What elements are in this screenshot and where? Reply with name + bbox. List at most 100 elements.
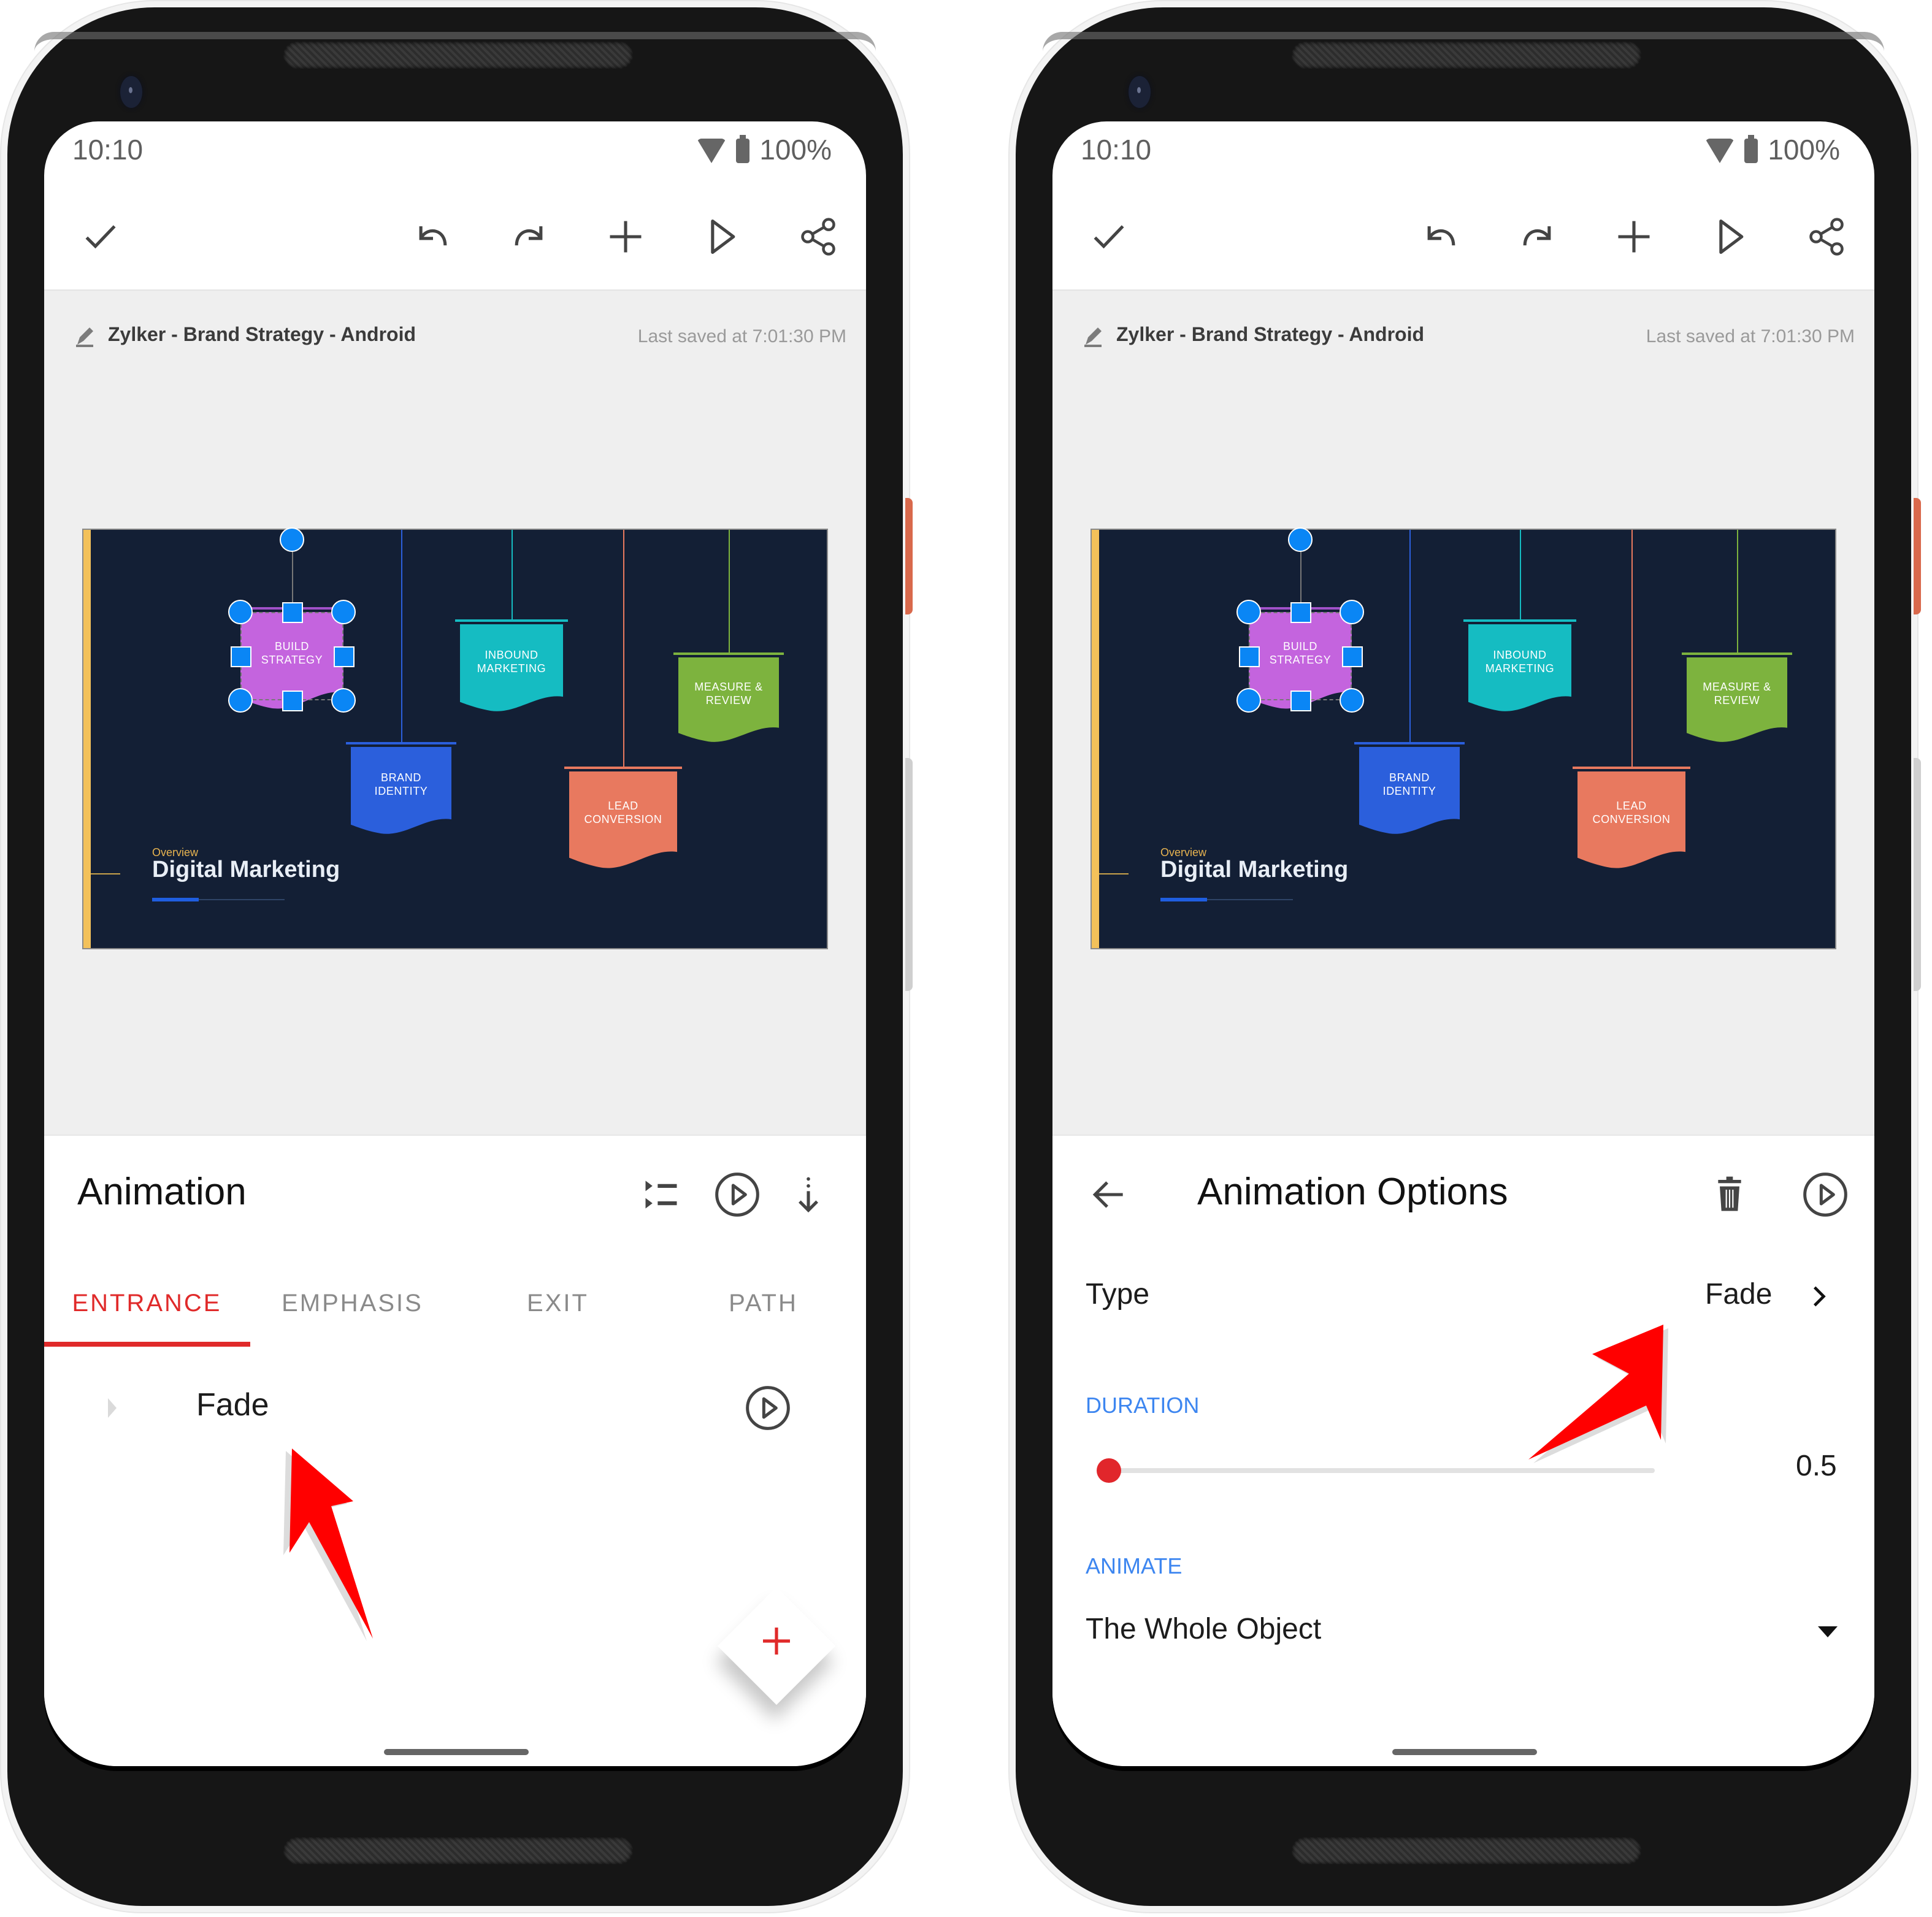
trash-icon <box>1718 1176 1741 1211</box>
share-button[interactable] <box>1802 212 1851 261</box>
edit-pencil-icon <box>76 327 93 347</box>
present-button[interactable] <box>697 212 746 261</box>
volume-button <box>1914 758 1921 991</box>
status-bar: 10:10 100% <box>44 121 866 185</box>
resize-handle-n[interactable] <box>1290 602 1311 622</box>
resize-handle-n[interactable] <box>282 602 302 622</box>
insert-button[interactable] <box>601 212 650 261</box>
duration-slider[interactable] <box>1109 1468 1655 1473</box>
slide-shape-banner[interactable]: MEASURE & REVIEW <box>1687 657 1787 743</box>
selection-box <box>1249 612 1352 700</box>
bottom-speaker <box>1292 1837 1641 1864</box>
banner-string <box>623 530 624 767</box>
slide-shape-banner[interactable]: BRAND IDENTITY <box>1359 747 1460 835</box>
slide-shape-banner[interactable]: MEASURE & REVIEW <box>678 657 779 743</box>
status-bar: 10:10 100% <box>1052 121 1874 185</box>
slide-shape-banner[interactable]: INBOUND MARKETING <box>460 624 563 713</box>
rotation-handle[interactable] <box>280 527 304 552</box>
present-button[interactable] <box>1705 212 1754 261</box>
duration-slider-handle[interactable] <box>1097 1458 1121 1483</box>
editor-toolbar <box>1052 185 1874 291</box>
resize-handle-se[interactable] <box>331 688 356 713</box>
share-button[interactable] <box>794 212 843 261</box>
status-time: 10:10 <box>1081 134 1152 166</box>
back-button[interactable] <box>1084 1170 1133 1219</box>
dropdown-arrow-icon[interactable] <box>1818 1626 1838 1637</box>
home-gesture-bar[interactable] <box>384 1749 529 1755</box>
reorder-animations-button[interactable] <box>637 1170 686 1219</box>
power-button <box>905 498 913 614</box>
banner-label-line: CONVERSION <box>584 813 662 825</box>
slide-shape-banner[interactable]: BRAND IDENTITY <box>351 747 451 835</box>
document-title-text: Zylker - Brand Strategy - Android <box>1116 325 1424 346</box>
animate-dropdown-value: The Whole Object <box>1086 1613 1322 1646</box>
tab-exit[interactable]: EXIT <box>455 1265 661 1343</box>
resize-handle-nw[interactable] <box>1236 600 1261 624</box>
slide-thumbnail[interactable]: BUILD STRATEGY BRAND IDENTITY INBOUND MARKETI… <box>83 527 827 948</box>
tab-path[interactable]: PATH <box>661 1265 866 1343</box>
resize-handle-sw[interactable] <box>1236 688 1261 713</box>
banner-label-line: MARKETING <box>477 662 546 674</box>
resize-handle-e[interactable] <box>1341 646 1362 667</box>
banner-string <box>729 530 730 652</box>
tab-emphasis[interactable]: EMPHASIS <box>250 1265 455 1343</box>
insert-button[interactable] <box>1609 212 1658 261</box>
preview-animation-button[interactable] <box>743 1383 792 1433</box>
slide-shape-banner[interactable]: LEAD CONVERSION <box>1577 771 1685 870</box>
battery-percent: 100% <box>759 134 832 166</box>
slide-accent-bar <box>83 530 91 948</box>
banner-string <box>512 530 513 619</box>
battery-icon <box>736 134 750 163</box>
undo-button[interactable] <box>1417 212 1466 261</box>
resize-handle-s[interactable] <box>1290 690 1311 711</box>
type-row[interactable]: Type Fade <box>1052 1271 1874 1325</box>
editor-toolbar <box>44 185 866 291</box>
resize-handle-ne[interactable] <box>331 600 356 624</box>
undo-icon <box>419 226 447 246</box>
banner-label-line: REVIEW <box>1714 694 1760 706</box>
resize-handle-e[interactable] <box>333 646 354 667</box>
resize-handle-w[interactable] <box>1238 646 1259 667</box>
collapse-panel-button[interactable] <box>784 1170 833 1219</box>
plus-icon[interactable] <box>759 1624 794 1658</box>
banner-label-line: CONVERSION <box>1592 813 1671 825</box>
slide-thumbnail[interactable]: BUILD STRATEGY BRAND IDENTITY INBOUND MARKETI… <box>1092 527 1835 948</box>
done-button[interactable] <box>1084 212 1133 261</box>
rotation-handle[interactable] <box>1288 527 1313 552</box>
banner-top-bar <box>455 619 568 622</box>
animation-list-item[interactable]: Fade <box>44 1381 866 1435</box>
slide-progress-track <box>1160 898 1293 901</box>
resize-handle-s[interactable] <box>282 690 302 711</box>
resize-handle-se[interactable] <box>1340 688 1364 713</box>
expand-caret-icon[interactable] <box>108 1398 117 1418</box>
animate-dropdown[interactable]: The Whole Object <box>1052 1608 1874 1662</box>
tab-entrance[interactable]: ENTRANCE <box>44 1265 250 1347</box>
banner-string <box>1409 530 1411 742</box>
redo-button[interactable] <box>1512 212 1562 261</box>
slide-shape-banner[interactable]: LEAD CONVERSION <box>569 771 677 870</box>
play-circle-icon <box>715 1173 759 1217</box>
document-title[interactable]: Zylker - Brand Strategy - Android <box>1082 324 1424 348</box>
edit-pencil-icon <box>1084 327 1102 347</box>
done-button[interactable] <box>76 212 125 261</box>
home-gesture-bar[interactable] <box>1392 1749 1537 1755</box>
document-title[interactable]: Zylker - Brand Strategy - Android <box>74 324 416 348</box>
delete-animation-button[interactable] <box>1705 1170 1754 1219</box>
resize-handle-w[interactable] <box>230 646 251 667</box>
banner-top-bar <box>1682 652 1792 655</box>
undo-button[interactable] <box>408 212 458 261</box>
redo-icon <box>1523 226 1551 246</box>
resize-handle-ne[interactable] <box>1340 600 1364 624</box>
preview-all-button[interactable] <box>713 1170 762 1219</box>
banner-label-line: INBOUND <box>1493 648 1547 660</box>
resize-handle-sw[interactable] <box>228 688 253 713</box>
banner-label-line: IDENTITY <box>1382 784 1436 797</box>
last-saved-status: Last saved at 7:01:30 PM <box>637 326 846 346</box>
banner-label: MEASURE & REVIEW <box>1703 680 1771 707</box>
banner-label: INBOUND MARKETING <box>1485 648 1554 675</box>
type-value: Fade <box>1705 1278 1773 1311</box>
redo-button[interactable] <box>504 212 553 261</box>
preview-animation-button[interactable] <box>1801 1170 1850 1219</box>
slide-shape-banner[interactable]: INBOUND MARKETING <box>1468 624 1571 713</box>
resize-handle-nw[interactable] <box>228 600 253 624</box>
